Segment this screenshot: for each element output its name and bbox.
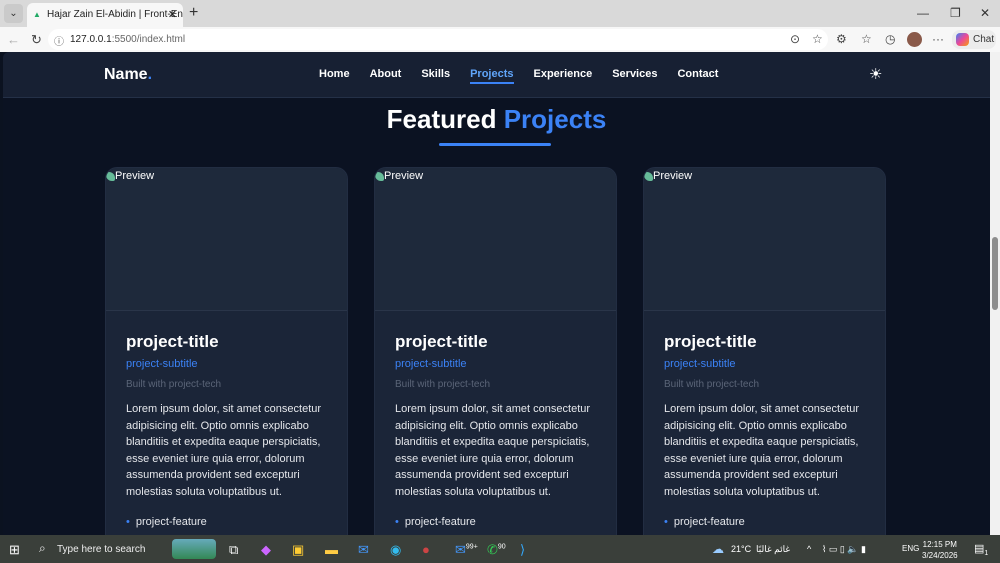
back-icon[interactable]: ← xyxy=(7,32,20,47)
restore-button[interactable]: ❐ xyxy=(950,6,961,20)
project-tech: Built with project-tech xyxy=(664,379,760,390)
project-feature: project-feature xyxy=(395,516,596,528)
project-title: project-title xyxy=(664,332,757,351)
file-explorer-icon[interactable]: ▬ xyxy=(325,542,338,557)
project-description: Lorem ipsum dolor, sit amet consectetur … xyxy=(664,403,860,498)
language-indicator[interactable]: ENG xyxy=(902,544,919,553)
windows-start-icon[interactable]: ⊞ xyxy=(9,542,20,558)
scrollbar-thumb[interactable] xyxy=(992,237,998,310)
project-card: Preview project-title project-subtitle B… xyxy=(105,167,348,535)
browser-tab[interactable]: ▲ Hajar Zain El-Abidin | Front-End Devel… xyxy=(27,3,183,27)
mail-icon[interactable]: ✉99+ xyxy=(455,542,478,558)
nav-links: Home About Skills Projects Experience Se… xyxy=(319,68,718,84)
project-description: Lorem ipsum dolor, sit amet consectetur … xyxy=(126,403,322,498)
nav-about[interactable]: About xyxy=(370,68,402,84)
project-subtitle: project-subtitle xyxy=(395,358,467,370)
broken-image-icon xyxy=(375,171,384,181)
theme-toggle-sun-icon[interactable]: ☀ xyxy=(869,65,882,83)
site-logo[interactable]: Name. xyxy=(104,66,152,84)
nav-skills[interactable]: Skills xyxy=(421,68,450,84)
taskbar-clock[interactable]: 12:15 PM 3/24/2026 xyxy=(922,539,958,561)
site-navbar: Name. Home About Skills Projects Experie… xyxy=(3,52,990,98)
broken-image-icon xyxy=(106,171,115,181)
outlook-icon[interactable]: ✉ xyxy=(358,542,369,558)
edge-icon[interactable]: ◉ xyxy=(390,542,401,558)
broken-image-icon xyxy=(644,171,653,181)
project-preview-image: Preview xyxy=(644,168,885,311)
search-icon: ⌕ xyxy=(39,541,46,555)
project-feature: project-feature xyxy=(664,516,865,528)
close-window-button[interactable]: ✕ xyxy=(980,6,990,20)
project-card: Preview project-title project-subtitle B… xyxy=(374,167,617,535)
site-info-icon[interactable]: ⓘ xyxy=(54,33,64,48)
copilot-chat-button[interactable]: Chat xyxy=(952,30,996,49)
project-title: project-title xyxy=(126,332,219,351)
copilot-app-icon[interactable]: ◆ xyxy=(261,542,271,558)
browser-tab-bar: ⌄ ▲ Hajar Zain El-Abidin | Front-End Dev… xyxy=(0,0,1000,27)
extensions-icon[interactable]: ⚙ xyxy=(836,32,847,46)
favorites-icon[interactable]: ☆ xyxy=(861,32,872,46)
whatsapp-icon[interactable]: ✆90 xyxy=(487,542,506,558)
tab-title: Hajar Zain El-Abidin | Front-End Develop… xyxy=(47,9,183,20)
teams-icon[interactable]: ● xyxy=(422,542,430,557)
history-icon[interactable]: ◷ xyxy=(885,32,895,46)
task-view-icon[interactable]: ⧉ xyxy=(229,542,238,558)
windows-taskbar: ⊞ ⌕ Type here to search ⧉ ◆ ▣ ▬ ✉ ◉ ● ✉99… xyxy=(0,535,1000,563)
more-menu-icon[interactable]: ··· xyxy=(932,32,944,46)
store-icon[interactable]: ▣ xyxy=(292,542,304,558)
new-tab-button[interactable]: + xyxy=(189,4,198,22)
page-scrollbar[interactable] xyxy=(990,52,1000,535)
project-tech: Built with project-tech xyxy=(126,379,222,390)
section-title: Featured Projects xyxy=(386,104,607,134)
nav-contact[interactable]: Contact xyxy=(677,68,718,84)
widgets-image-icon[interactable] xyxy=(172,539,216,559)
nav-services[interactable]: Services xyxy=(612,68,657,84)
copilot-icon xyxy=(956,33,969,46)
taskbar-search[interactable]: ⌕ Type here to search xyxy=(33,535,168,563)
url-input[interactable]: ⓘ 127.0.0.1:5500/index.html xyxy=(48,29,328,50)
nav-experience[interactable]: Experience xyxy=(534,68,593,84)
project-description: Lorem ipsum dolor, sit amet consectetur … xyxy=(395,403,591,498)
minimize-button[interactable]: — xyxy=(917,6,929,20)
reload-icon[interactable]: ↻ xyxy=(31,32,42,48)
weather-desc[interactable]: غائم غالبًا xyxy=(756,544,790,555)
project-subtitle: project-subtitle xyxy=(126,358,198,370)
project-card: Preview project-title project-subtitle B… xyxy=(643,167,886,535)
vscode-icon[interactable]: ⟩ xyxy=(520,542,525,558)
project-preview-image: Preview xyxy=(375,168,616,311)
more-page-icon[interactable]: ⊙ xyxy=(790,32,800,46)
title-underline xyxy=(439,143,551,146)
project-tech: Built with project-tech xyxy=(395,379,491,390)
project-title: project-title xyxy=(395,332,488,351)
address-bar-row: ← ↻ ⓘ 127.0.0.1:5500/index.html ⊙ ☆ ⚙ ☆ … xyxy=(0,27,1000,52)
project-preview-image: Preview xyxy=(106,168,347,311)
close-tab-icon[interactable]: ✕ xyxy=(168,8,177,21)
project-feature: project-feature xyxy=(126,516,327,528)
notifications-icon[interactable]: ▤1 xyxy=(974,542,988,557)
tray-icons[interactable]: ⌇ ▭ ▯ 🔈 ▮ xyxy=(822,544,866,555)
show-hidden-icons[interactable]: ^ xyxy=(807,544,811,554)
favicon-icon: ▲ xyxy=(33,10,41,19)
weather-temp[interactable]: 21°C xyxy=(731,544,751,554)
tab-actions-menu[interactable]: ⌄ xyxy=(4,4,23,23)
nav-projects[interactable]: Projects xyxy=(470,68,514,84)
profile-avatar[interactable] xyxy=(907,32,922,47)
project-subtitle: project-subtitle xyxy=(664,358,736,370)
nav-home[interactable]: Home xyxy=(319,68,350,84)
weather-cloud-icon[interactable]: ☁ xyxy=(712,542,724,556)
web-page: Name. Home About Skills Projects Experie… xyxy=(3,52,990,535)
favorite-star-icon[interactable]: ☆ xyxy=(812,32,823,46)
